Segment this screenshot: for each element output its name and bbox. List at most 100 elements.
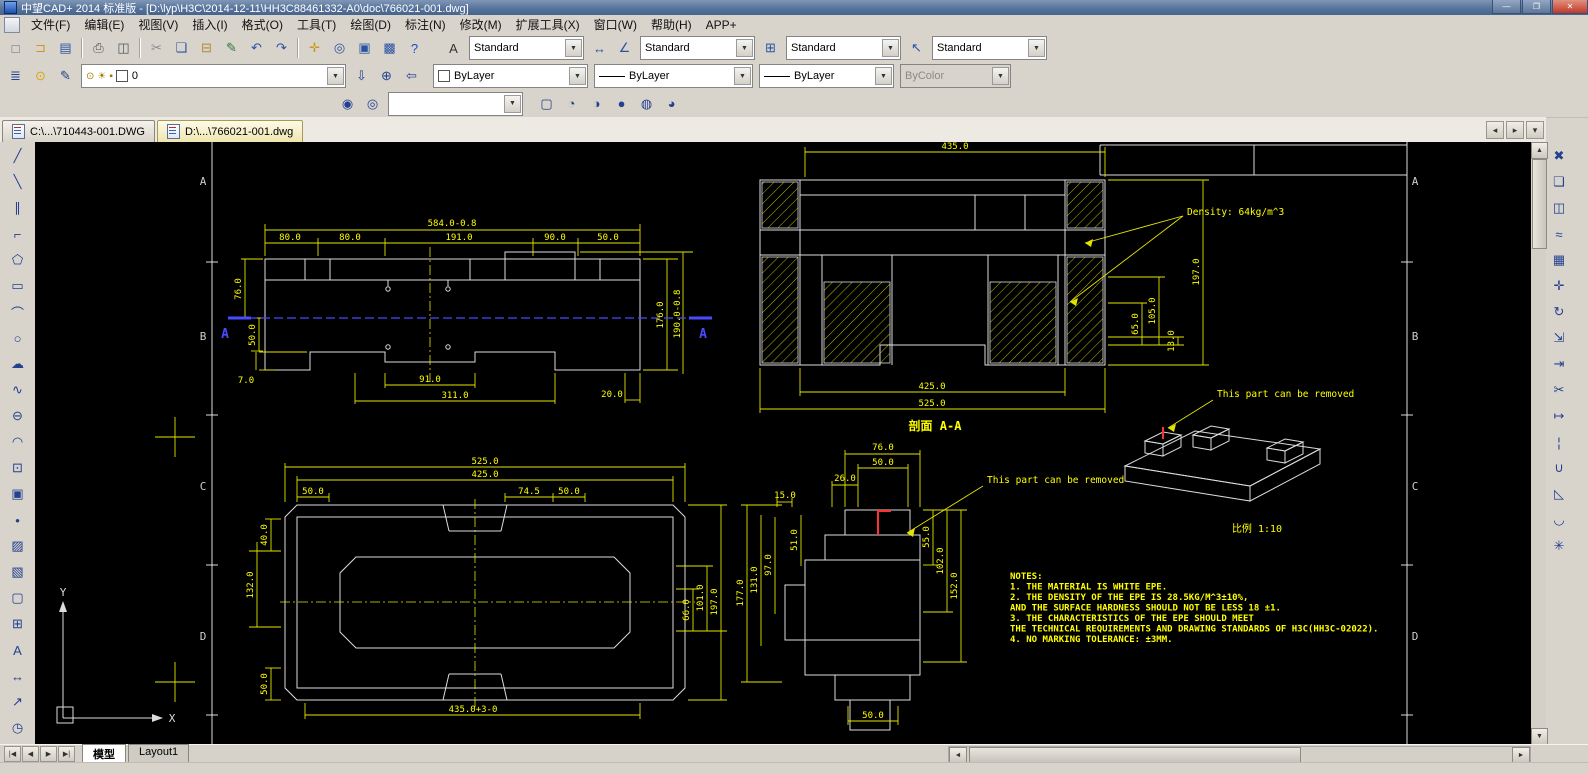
match-properties-icon[interactable]: ✎ [219, 36, 244, 61]
redo-icon[interactable]: ↷ [269, 36, 294, 61]
array-tool-icon[interactable]: ▦ [1546, 247, 1572, 273]
layer-bulb-icon[interactable]: ⊙ [28, 64, 53, 89]
chamfer-tool-icon[interactable]: ◺ [1546, 481, 1572, 507]
linetype-select-dropdown-arrow[interactable]: ▼ [734, 67, 751, 85]
layer-select-dropdown-arrow[interactable]: ▼ [327, 67, 344, 85]
ellipse-arc-tool-icon[interactable]: ◠ [5, 429, 31, 455]
last-layout-button[interactable]: ▶| [58, 746, 75, 762]
zoom-realtime-icon[interactable]: ◎ [327, 36, 352, 61]
menu-item-11[interactable]: 帮助(H) [644, 14, 699, 35]
ellipse-tool-icon[interactable]: ⊖ [5, 403, 31, 429]
layer-properties-icon[interactable]: ≣ [3, 64, 28, 89]
table-style-icon[interactable]: ⊞ [758, 36, 783, 61]
gradient-tool-icon[interactable]: ▧ [5, 559, 31, 585]
zoom-window-icon[interactable]: ▣ [352, 36, 377, 61]
menu-item-12[interactable]: APP+ [699, 16, 744, 34]
menu-item-7[interactable]: 标注(N) [398, 14, 453, 35]
scale-tool-icon[interactable]: ⇲ [1546, 325, 1572, 351]
vertical-scrollbar[interactable]: ▲ ▼ [1530, 142, 1546, 745]
multiline-tool-icon[interactable]: ∥ [5, 195, 31, 221]
drawing-canvas[interactable]: 584.0-0.880.080.0191.090.050.076.050.07.… [35, 142, 1531, 745]
text-style-icon[interactable]: A [441, 36, 466, 61]
save-icon[interactable]: ▤ [53, 36, 78, 61]
arc-tool-icon[interactable]: ⌒ [5, 299, 31, 325]
mleader-style-select[interactable]: Standard▼ [932, 36, 1047, 60]
dim-angle-icon[interactable]: ∠ [612, 36, 637, 61]
menu-item-3[interactable]: 插入(I) [185, 14, 234, 35]
explode-tool-icon[interactable]: ✳ [1546, 533, 1572, 559]
mleader-style-select-dropdown-arrow[interactable]: ▼ [1028, 39, 1045, 57]
mleader-style-icon[interactable]: ↖ [904, 36, 929, 61]
paste-icon[interactable]: ⊟ [194, 36, 219, 61]
construction-line-tool-icon[interactable]: ╲ [5, 169, 31, 195]
horizontal-scroll-thumb[interactable] [969, 747, 1301, 763]
circle-tool-icon[interactable]: ○ [5, 325, 31, 351]
doc-tab-2[interactable]: D:\...\766021-001.dwg [157, 120, 303, 142]
hatch-tool-icon[interactable]: ▨ [5, 533, 31, 559]
multiline-text-tool-icon[interactable]: A [5, 637, 31, 663]
spline-tool-icon[interactable]: ∿ [5, 377, 31, 403]
pan-icon[interactable]: ✛ [302, 36, 327, 61]
donut-icon[interactable]: ◉ [335, 91, 360, 116]
rotate-tool-icon[interactable]: ↻ [1546, 299, 1572, 325]
dim-style-select[interactable]: Standard▼ [640, 36, 755, 60]
layer-states-icon[interactable]: ⊕ [374, 64, 399, 89]
rectangle-tool-icon[interactable]: ▭ [5, 273, 31, 299]
print-icon[interactable]: ⎙ [86, 36, 111, 61]
zoom-previous-icon[interactable]: ▩ [377, 36, 402, 61]
shade-2dwire-icon[interactable]: ▢ [534, 91, 559, 116]
tab-scroll-right-button[interactable]: ▸ [1506, 121, 1524, 139]
text-style-select[interactable]: Standard▼ [469, 36, 584, 60]
menu-item-8[interactable]: 修改(M) [453, 14, 509, 35]
fillet-tool-icon[interactable]: ◡ [1546, 507, 1572, 533]
make-layer-current-icon[interactable]: ⇩ [349, 64, 374, 89]
dim-style-icon[interactable]: ↔ [587, 36, 612, 61]
scroll-left-button[interactable]: ◄ [949, 747, 967, 763]
erase-tool-icon[interactable]: ✖ [1546, 143, 1572, 169]
radius-dimension-tool-icon[interactable]: ◷ [5, 715, 31, 741]
tab-scroll-left-button[interactable]: ◂ [1486, 121, 1504, 139]
next-layout-button[interactable]: ▶ [40, 746, 57, 762]
move-tool-icon[interactable]: ✛ [1546, 273, 1572, 299]
table-tool-icon[interactable]: ⊞ [5, 611, 31, 637]
region-tool-icon[interactable]: ▢ [5, 585, 31, 611]
layer-previous-icon[interactable]: ⇦ [399, 64, 424, 89]
color-select-dropdown-arrow[interactable]: ▼ [569, 67, 586, 85]
linear-dimension-tool-icon[interactable]: ↔ [5, 663, 31, 689]
polygon-tool-icon[interactable]: ⬠ [5, 247, 31, 273]
join-tool-icon[interactable]: ∪ [1546, 455, 1572, 481]
shade-gouraud-icon[interactable]: ● [609, 91, 634, 116]
make-block-tool-icon[interactable]: ▣ [5, 481, 31, 507]
prev-layout-button[interactable]: ◀ [22, 746, 39, 762]
layer-select[interactable]: ⊙☀▪0▼ [81, 64, 346, 88]
help-icon[interactable]: ? [402, 36, 427, 61]
copy-tool-icon[interactable]: ❏ [1546, 169, 1572, 195]
layout-tab-Layout1[interactable]: Layout1 [128, 744, 189, 764]
tab-menu-button[interactable]: ▾ [1526, 121, 1544, 139]
menu-item-2[interactable]: 视图(V) [131, 14, 185, 35]
trim-tool-icon[interactable]: ✂ [1546, 377, 1572, 403]
point-tool-icon[interactable]: • [5, 507, 31, 533]
break-tool-icon[interactable]: ¦ [1546, 429, 1572, 455]
maximize-button[interactable]: ❐ [1522, 0, 1551, 14]
print-preview-icon[interactable]: ◫ [111, 36, 136, 61]
layout-tab-模型[interactable]: 模型 [82, 744, 126, 764]
scroll-down-button[interactable]: ▼ [1531, 728, 1548, 745]
undo-icon[interactable]: ↶ [244, 36, 269, 61]
menu-item-6[interactable]: 绘图(D) [343, 14, 398, 35]
color-select[interactable]: ByLayer▼ [433, 64, 588, 88]
dim-style-select-dropdown-arrow[interactable]: ▼ [736, 39, 753, 57]
menu-item-0[interactable]: 文件(F) [24, 14, 77, 35]
shade-hidden-icon[interactable]: ◔ [559, 91, 584, 116]
insert-block-tool-icon[interactable]: ⊡ [5, 455, 31, 481]
menu-item-9[interactable]: 扩展工具(X) [509, 14, 587, 35]
doc-tab-1[interactable]: C:\...\710443-001.DWG [2, 120, 155, 142]
close-button[interactable]: ✕ [1552, 0, 1588, 14]
zoom-object-icon[interactable]: ◎ [360, 91, 385, 116]
quick-style-select[interactable]: ▼ [388, 92, 523, 116]
lineweight-select-dropdown-arrow[interactable]: ▼ [875, 67, 892, 85]
revision-cloud-tool-icon[interactable]: ☁ [5, 351, 31, 377]
scroll-right-button[interactable]: ► [1512, 747, 1530, 763]
menu-item-5[interactable]: 工具(T) [290, 14, 343, 35]
quick-style-select-dropdown-arrow[interactable]: ▼ [504, 95, 521, 113]
